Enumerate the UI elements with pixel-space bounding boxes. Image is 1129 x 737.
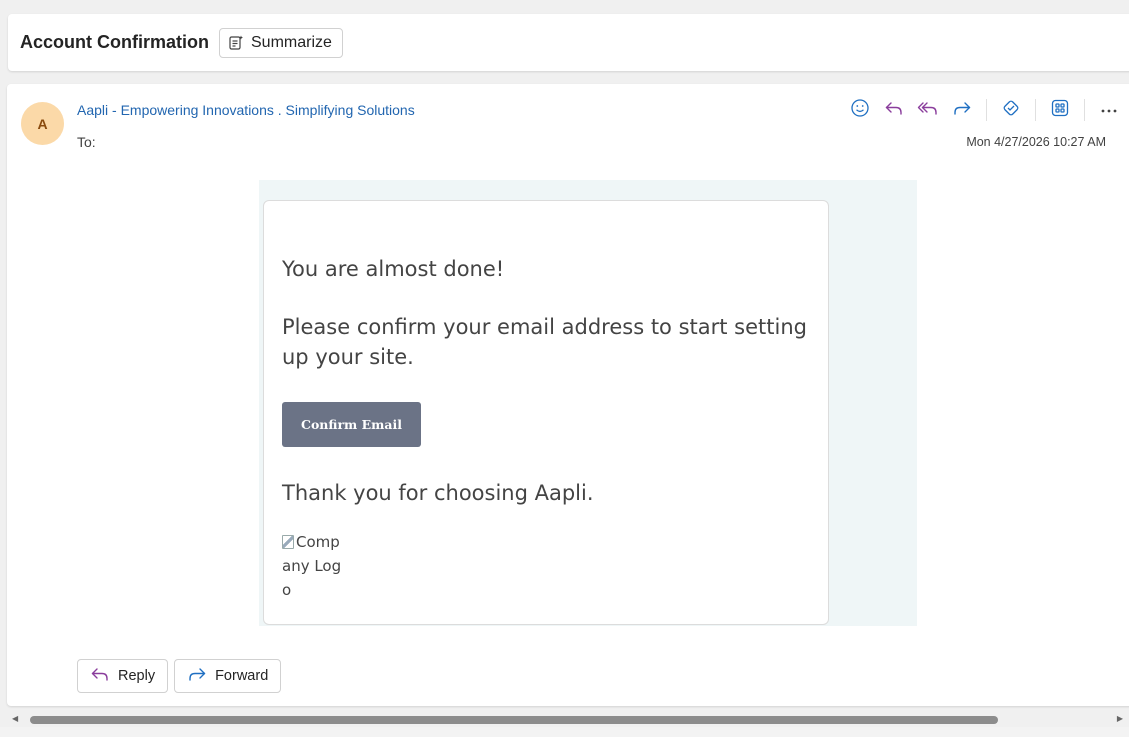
forward-label: Forward <box>215 668 269 684</box>
subject-header: Account Confirmation Summarize <box>8 14 1129 71</box>
forward-icon <box>952 98 972 123</box>
broken-image-icon <box>282 535 294 549</box>
more-icon <box>1100 101 1118 119</box>
summarize-icon <box>228 34 245 51</box>
reply-button[interactable]: Reply <box>77 659 169 693</box>
email-body-background: You are almost done! Please confirm your… <box>259 180 917 626</box>
confirm-email-button[interactable]: Confirm Email <box>282 402 421 447</box>
avatar[interactable]: A <box>21 102 64 145</box>
sender-name[interactable]: Aapli - Empowering Innovations . Simplif… <box>77 102 415 118</box>
bottom-edge <box>0 727 1129 737</box>
reply-forward-bar: Reply Forward <box>77 659 282 693</box>
company-logo: Company Logo <box>282 530 342 602</box>
subject-title: Account Confirmation <box>20 32 209 52</box>
reply-icon <box>90 665 110 687</box>
scroll-right-arrow-icon[interactable]: ▶ <box>1117 714 1123 723</box>
thank-you-text: Thank you for choosing Aapli. <box>282 481 594 505</box>
emoji-button[interactable] <box>843 96 877 124</box>
actions-divider <box>1035 99 1036 121</box>
reply-icon <box>884 98 904 123</box>
forward-icon <box>187 665 207 687</box>
greeting-text: You are almost done! <box>282 257 505 281</box>
instruction-text: Please confirm your email address to sta… <box>282 315 807 369</box>
copilot-icon <box>1001 98 1021 123</box>
copilot-button[interactable] <box>994 96 1028 124</box>
email-content-card: You are almost done! Please confirm your… <box>263 200 829 625</box>
horizontal-scrollbar[interactable]: ◀ ▶ <box>0 712 1129 727</box>
message-actions <box>843 96 1126 124</box>
forward-action-button[interactable] <box>945 96 979 124</box>
forward-button[interactable]: Forward <box>174 659 282 693</box>
apps-icon <box>1050 98 1070 123</box>
scroll-left-arrow-icon[interactable]: ◀ <box>12 714 18 723</box>
reply-label: Reply <box>118 668 156 684</box>
reply-all-action-button[interactable] <box>911 96 945 124</box>
summarize-label: Summarize <box>251 33 332 51</box>
to-label: To: <box>77 134 96 150</box>
message-date: Mon 4/27/2026 10:27 AM <box>966 135 1106 149</box>
reply-all-icon <box>917 98 939 123</box>
apps-button[interactable] <box>1043 96 1077 124</box>
actions-divider <box>1084 99 1085 121</box>
actions-divider <box>986 99 987 121</box>
more-actions-button[interactable] <box>1092 96 1126 124</box>
message-card: A Aapli - Empowering Innovations . Simpl… <box>7 84 1129 706</box>
summarize-button[interactable]: Summarize <box>219 27 343 58</box>
scrollbar-thumb[interactable] <box>30 716 998 724</box>
reply-action-button[interactable] <box>877 96 911 124</box>
emoji-icon <box>850 98 870 123</box>
